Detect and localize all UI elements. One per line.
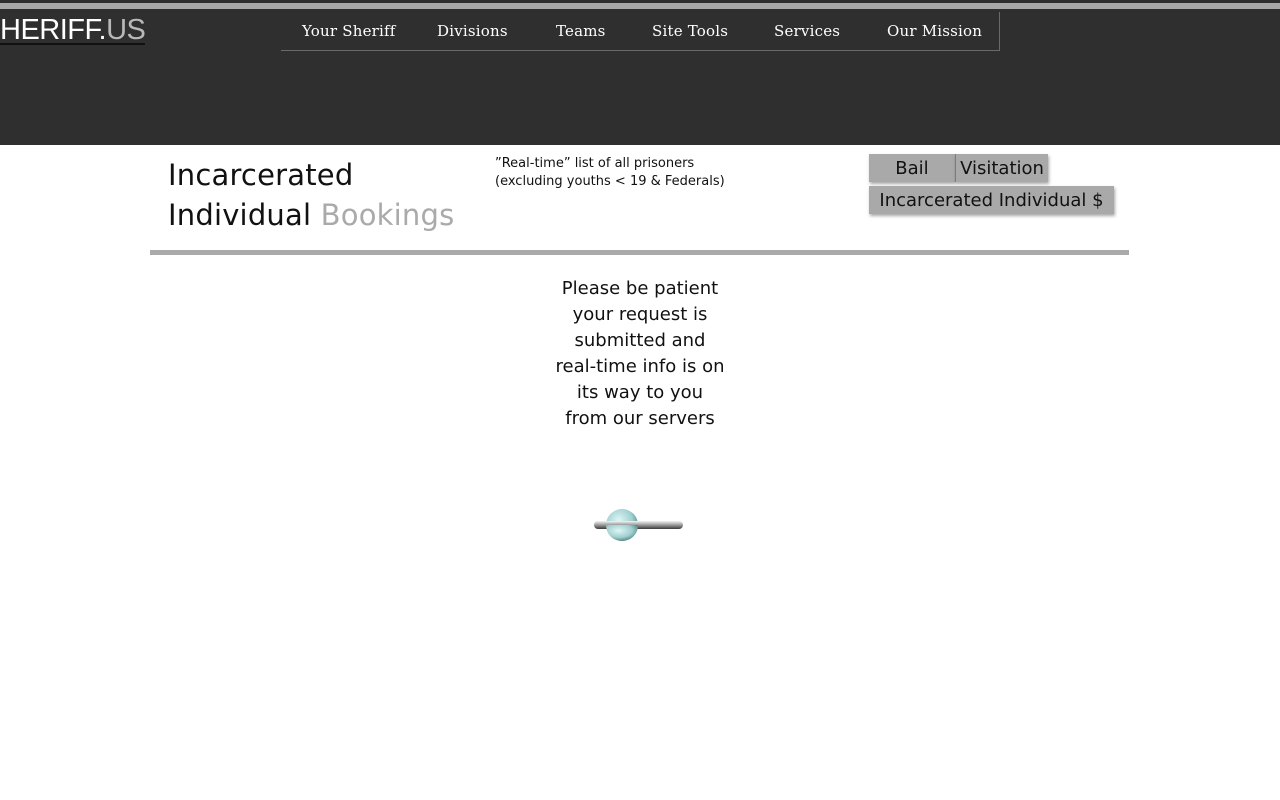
nav-item-divisions[interactable]: Divisions (437, 22, 508, 40)
incarcerated-individual-funds-button[interactable]: Incarcerated Individual $ (869, 186, 1114, 214)
loading-line: its way to you (576, 382, 704, 403)
site-header: HERIFF.US Your Sheriff Divisions Teams S… (0, 0, 1280, 145)
logo-main-text: HERIFF (0, 14, 99, 46)
loading-spinner-icon (594, 509, 683, 541)
nav-item-our-mission[interactable]: Our Mission (887, 22, 982, 40)
page-title-line1: Incarcerated (168, 158, 354, 192)
page-title: Incarcerated Individual Bookings (168, 155, 454, 235)
loading-line: submitted and (574, 330, 706, 351)
loading-line: real-time info is on (555, 356, 725, 377)
loading-line: from our servers (565, 408, 715, 429)
subtitle-line1: ”Real-time” list of all prisoners (495, 156, 695, 171)
bail-button[interactable]: Bail (869, 154, 955, 182)
section-divider (150, 250, 1129, 255)
subtitle-line2: (excluding youths < 19 & Federals) (495, 174, 725, 189)
main-nav: Your Sheriff Divisions Teams Site Tools … (281, 12, 1000, 51)
visitation-button[interactable]: Visitation (955, 154, 1048, 182)
loading-message: Please be patient your request is submit… (520, 276, 760, 432)
header-top-stripe (0, 3, 1280, 9)
loading-line: Please be patient (561, 278, 719, 299)
page-title-line2-main: Individual (168, 198, 312, 232)
page-title-line2-accent: Bookings (320, 198, 455, 232)
loading-line: your request is (572, 304, 708, 325)
nav-item-your-sheriff[interactable]: Your Sheriff (302, 22, 396, 40)
logo-tld-text: US (106, 14, 146, 46)
nav-item-site-tools[interactable]: Site Tools (652, 22, 728, 40)
site-logo-link[interactable]: HERIFF.US (0, 14, 145, 50)
nav-item-teams[interactable]: Teams (556, 22, 606, 40)
nav-item-services[interactable]: Services (774, 22, 840, 40)
logo-separator: . (98, 14, 107, 46)
page-subtitle: ”Real-time” list of all prisoners (exclu… (495, 155, 725, 191)
